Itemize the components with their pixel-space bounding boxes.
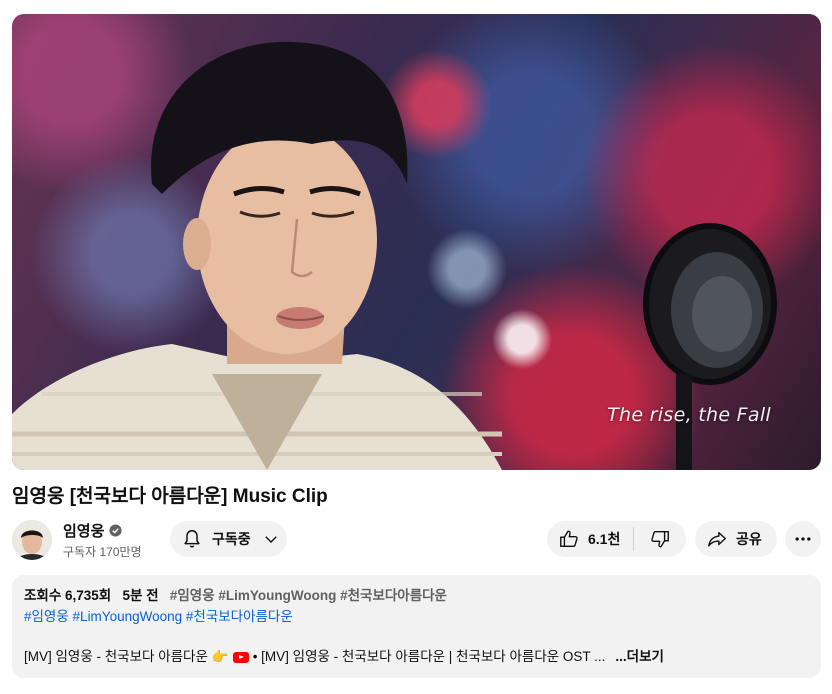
subscribed-label: 구독중: [212, 531, 251, 547]
avatar-image: [12, 520, 52, 560]
subscribed-button[interactable]: 구독중: [170, 521, 287, 557]
video-caption-overlay: The rise, the Fall: [607, 404, 771, 426]
dislike-button[interactable]: [634, 521, 686, 557]
linked-video-text[interactable]: • [MV] 임영웅 - 천국보다 아름다운 | 천국보다 아름다운 OST .…: [253, 647, 606, 667]
pointing-hand-emoji: 👉: [211, 649, 229, 664]
like-button[interactable]: 6.1천: [547, 521, 633, 557]
channel-avatar[interactable]: [12, 520, 52, 560]
show-more-button[interactable]: ...더보기: [615, 647, 664, 667]
youtube-logo-icon: [232, 651, 249, 663]
thumbs-down-icon: [651, 530, 669, 548]
share-icon: [708, 531, 726, 547]
more-actions-button[interactable]: [785, 521, 821, 557]
more-horiz-icon: [795, 537, 811, 541]
person-graphic: [12, 41, 502, 470]
upload-time: 5분 전: [122, 588, 159, 603]
channel-name[interactable]: 임영웅: [63, 520, 122, 541]
description-text: [MV] 임영웅 - 천국보다 아름다운: [24, 649, 208, 664]
hashtag-link[interactable]: #LimYoungWoong: [73, 609, 183, 624]
hashtag-links: #임영웅 #LimYoungWoong #천국보다아름다운: [24, 607, 809, 627]
video-player[interactable]: The rise, the Fall: [12, 14, 821, 470]
like-dislike-group: 6.1천: [547, 521, 686, 557]
chevron-down-icon: [264, 536, 277, 543]
inline-hashtags: #임영웅 #LimYoungWoong #천국보다아름다운: [169, 588, 447, 603]
hashtag-link[interactable]: #천국보다아름다운: [186, 609, 293, 624]
video-title: 임영웅 [천국보다 아름다운] Music Clip: [12, 486, 328, 507]
description-box[interactable]: 조회수 6,735회 5분 전 #임영웅 #LimYoungWoong #천국보…: [12, 575, 821, 678]
microphone-graphic: [643, 223, 777, 470]
video-frame: [12, 41, 777, 470]
hashtag-link[interactable]: #임영웅: [24, 609, 69, 624]
subscriber-count: 구독자 170만명: [63, 545, 142, 559]
thumbs-up-icon: [560, 530, 578, 548]
description-body: [MV] 임영웅 - 천국보다 아름다운 👉 • [MV] 임영웅 - 천국보다…: [24, 647, 664, 667]
description-meta: 조회수 6,735회 5분 전 #임영웅 #LimYoungWoong #천국보…: [24, 586, 809, 606]
share-label: 공유: [736, 531, 762, 547]
share-button[interactable]: 공유: [695, 521, 777, 557]
like-count: 6.1천: [588, 531, 621, 547]
bell-icon: [184, 530, 200, 548]
view-count: 조회수 6,735회: [24, 588, 112, 603]
verified-icon: [109, 524, 122, 537]
channel-name-text: 임영웅: [63, 523, 105, 540]
